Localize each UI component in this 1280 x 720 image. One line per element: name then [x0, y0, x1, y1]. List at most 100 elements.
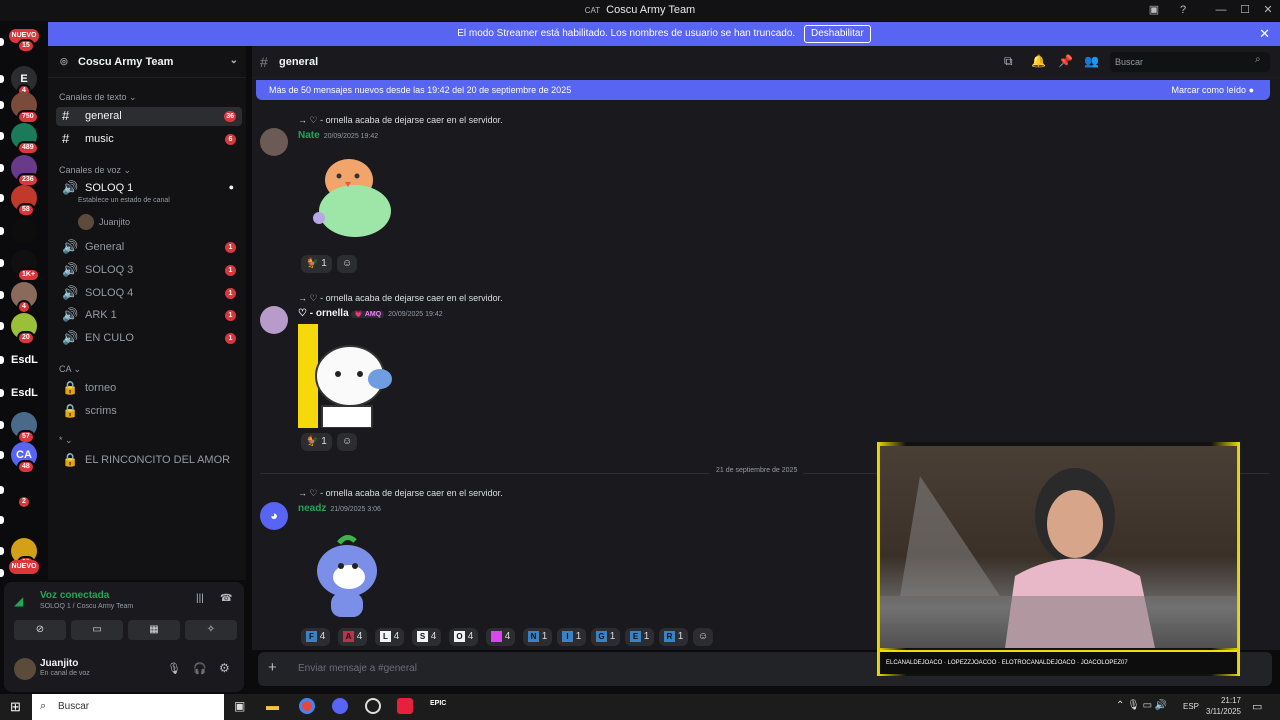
- help-icon[interactable]: ?: [1171, 0, 1195, 21]
- channel-rinconcito[interactable]: 🔒 EL RINCONCITO DEL AMOR: [56, 451, 242, 470]
- server-icon: ◎: [60, 56, 68, 66]
- reaction[interactable]: N 1: [523, 628, 553, 646]
- reaction[interactable]: A 4: [338, 628, 368, 646]
- channel-torneo[interactable]: 🔒 torneo: [56, 379, 242, 398]
- inbox-icon[interactable]: ▣: [1142, 0, 1166, 21]
- category-ca[interactable]: CA ⌄: [59, 364, 81, 375]
- category-star[interactable]: * ⌄: [59, 435, 73, 446]
- camera-button[interactable]: ⊘: [14, 620, 66, 640]
- minimize-button[interactable]: —: [1209, 0, 1233, 21]
- add-reaction-icon[interactable]: ☺: [693, 628, 714, 646]
- disable-button[interactable]: Deshabilitar: [803, 25, 871, 43]
- soundboard-button[interactable]: ✧: [185, 620, 237, 640]
- server-icon[interactable]: [11, 507, 37, 533]
- voice-channel-soloq1[interactable]: 🔊 SOLOQ 1 ●: [56, 179, 242, 198]
- settings-gear-icon[interactable]: ⚙: [219, 661, 230, 675]
- category-text[interactable]: Canales de texto ⌄: [59, 92, 137, 103]
- reaction[interactable]: G 1: [591, 628, 621, 646]
- close-window-button[interactable]: ✕: [1256, 0, 1280, 21]
- server-badge: 1K+: [17, 268, 41, 282]
- category-voice[interactable]: Canales de voz ⌄: [59, 165, 131, 176]
- message-input[interactable]: Enviar mensaje a #general: [298, 663, 417, 674]
- signal-icon[interactable]: ◢: [14, 594, 23, 608]
- avatar[interactable]: [260, 306, 288, 334]
- unread-pill: [0, 259, 4, 267]
- server-badge: 4: [17, 300, 31, 314]
- message-author[interactable]: neadz 21/09/2025 3:06: [298, 503, 381, 514]
- voice-channel[interactable]: 🔊 SOLOQ 41: [56, 284, 242, 303]
- app-icon[interactable]: [365, 698, 381, 714]
- voice-channel[interactable]: 🔊 EN CULO 1: [56, 329, 242, 348]
- message-author[interactable]: Nate 20/09/2025 19:42: [298, 130, 378, 141]
- reaction[interactable]: 4: [486, 628, 516, 646]
- channel-music[interactable]: # music 6: [56, 130, 242, 149]
- message-author[interactable]: ♡ - ornella 💗 AMQ 20/09/2025 19:42: [298, 308, 443, 319]
- chat-icon[interactable]: ●: [229, 182, 234, 192]
- reaction[interactable]: 🐓 1: [301, 433, 332, 451]
- avatar[interactable]: [260, 128, 288, 156]
- server-header[interactable]: ◎ Coscu Army Team ⌄: [48, 46, 246, 78]
- disconnect-icon[interactable]: ☎: [220, 593, 232, 604]
- plus-icon[interactable]: +: [268, 659, 277, 676]
- file-explorer-icon[interactable]: ▬: [266, 698, 279, 713]
- sticker-wumpus[interactable]: [307, 533, 389, 623]
- sticker-bird[interactable]: [307, 156, 402, 248]
- chrome-icon[interactable]: [299, 698, 315, 714]
- discord-icon[interactable]: [332, 698, 348, 714]
- server-badge: 58: [17, 203, 35, 217]
- notifications-icon[interactable]: ▭: [1252, 700, 1262, 713]
- avatar[interactable]: ◕: [260, 502, 288, 530]
- maximize-button[interactable]: ☐: [1233, 0, 1257, 21]
- server-icon[interactable]: EsdL: [11, 347, 38, 373]
- voice-channel[interactable]: 🔊 General 1: [56, 238, 242, 257]
- add-reaction-icon[interactable]: ☺: [337, 255, 358, 273]
- screen-share-button[interactable]: ▭: [71, 620, 123, 640]
- voice-channel[interactable]: 🔊 ARK 11: [56, 306, 242, 325]
- unread-pill: [0, 38, 4, 46]
- mark-read-button[interactable]: Marcar como leído ●: [1172, 80, 1254, 100]
- activity-button[interactable]: ▦: [128, 620, 180, 640]
- reaction[interactable]: I 1: [557, 628, 587, 646]
- input-language[interactable]: ESP: [1183, 702, 1199, 711]
- bell-icon[interactable]: 🔔: [1031, 54, 1046, 68]
- tray-icons[interactable]: ⌃ 🎙 ▭ 🔊: [1116, 700, 1167, 711]
- noise-icon[interactable]: |||: [196, 593, 204, 604]
- reaction[interactable]: F 4: [301, 628, 331, 646]
- channel-scrims[interactable]: 🔒 scrims: [56, 402, 242, 421]
- server-icon[interactable]: [11, 218, 37, 244]
- reaction[interactable]: L 4: [375, 628, 405, 646]
- opera-icon[interactable]: [397, 698, 413, 714]
- sticker-creature[interactable]: [298, 324, 398, 428]
- user-avatar[interactable]: [14, 658, 36, 680]
- system-message: → ♡ - ornella acaba de dejarse caer en e…: [298, 293, 503, 303]
- reaction[interactable]: R 1: [659, 628, 689, 646]
- reaction[interactable]: 🐓 1: [301, 255, 332, 273]
- reaction[interactable]: S 4: [412, 628, 442, 646]
- headphones-icon[interactable]: 🎧: [193, 662, 207, 675]
- channel-general[interactable]: # general 36: [56, 107, 242, 126]
- close-icon[interactable]: ✕: [1259, 22, 1270, 46]
- new-messages-bar[interactable]: Más de 50 mensajes nuevos desde las 19:4…: [256, 80, 1270, 100]
- server-icon[interactable]: EsdL: [11, 380, 38, 406]
- epic-games-icon[interactable]: EPIC: [430, 700, 446, 707]
- task-view-icon[interactable]: ▣: [234, 699, 245, 713]
- voice-location[interactable]: SOLOQ 1 / Coscu Army Team: [40, 603, 133, 610]
- hash-icon: #: [260, 54, 268, 70]
- clock-time[interactable]: 21:17: [1205, 696, 1241, 705]
- reaction[interactable]: O 4: [449, 628, 479, 646]
- threads-icon[interactable]: ⧉: [1004, 54, 1013, 69]
- voice-member[interactable]: Juanjito: [99, 217, 130, 227]
- mic-icon[interactable]: 🎙: [167, 662, 181, 675]
- add-reaction-icon[interactable]: ☺: [337, 433, 358, 451]
- voice-connected[interactable]: Voz conectada: [40, 590, 109, 601]
- reaction[interactable]: E 1: [625, 628, 655, 646]
- clock-date[interactable]: 3/11/2025: [1200, 707, 1241, 716]
- members-icon[interactable]: 👥: [1084, 54, 1099, 68]
- channel-status[interactable]: Establece un estado de canal: [78, 197, 170, 204]
- windows-start-icon[interactable]: ⊞: [10, 699, 21, 715]
- server-icon[interactable]: NUEVO: [9, 560, 39, 574]
- search-input[interactable]: Buscar: [1110, 52, 1270, 72]
- pin-icon[interactable]: 📌: [1058, 54, 1073, 68]
- taskbar-search[interactable]: ⌕ Buscar: [32, 694, 224, 720]
- voice-channel[interactable]: 🔊 SOLOQ 31: [56, 261, 242, 280]
